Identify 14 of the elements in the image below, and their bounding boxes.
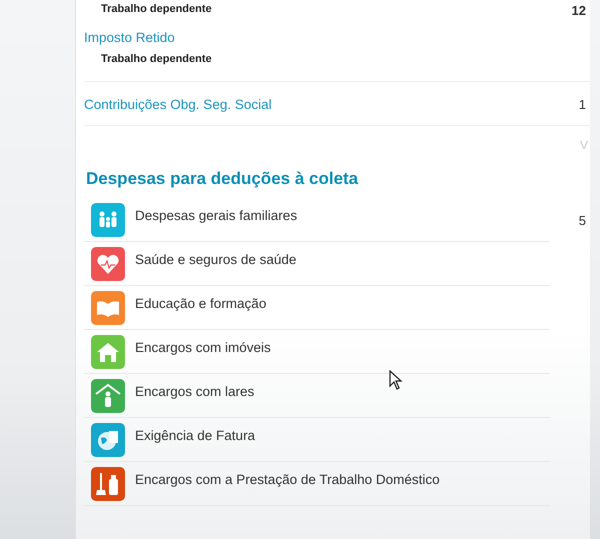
list-item[interactable]: Encargos com a Prestação de Trabalho Doméstico [84, 462, 550, 506]
row-label: Trabalho dependente [101, 2, 212, 17]
cursor-icon [389, 370, 403, 390]
row-value: 1 [578, 96, 587, 114]
list-item[interactable]: Saúde e seguros de saúde [84, 242, 550, 286]
list-item[interactable]: Exigência de Fatura [84, 418, 550, 462]
item-value: 5 [578, 212, 587, 230]
row-label: Trabalho dependente [101, 52, 212, 67]
section-heading: Despesas para deduções à coleta [86, 168, 360, 190]
list-item[interactable]: Encargos com lares [84, 374, 550, 418]
list-item[interactable]: Encargos com imóveis [84, 330, 550, 374]
edge-text: V [580, 138, 588, 152]
list-item[interactable]: Educação e formação [84, 286, 550, 330]
row-value: 12 [572, 2, 587, 20]
